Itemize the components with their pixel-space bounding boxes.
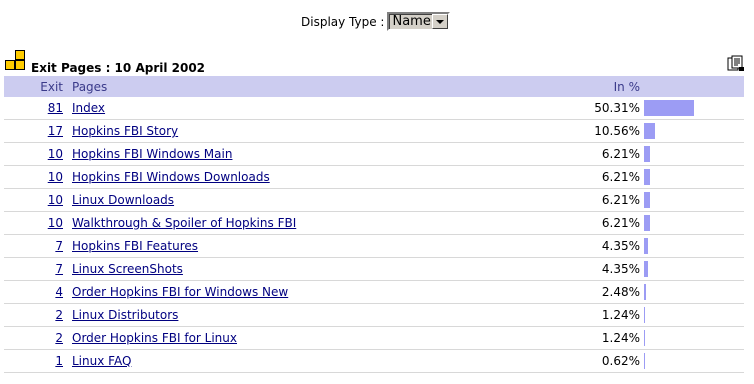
page-link[interactable]: Linux Distributors [72, 308, 178, 322]
exit-count-link[interactable]: 10 [4, 170, 63, 184]
exit-count-link[interactable]: 1 [4, 354, 63, 368]
page-link[interactable]: Walkthrough & Spoiler of Hopkins FBI [72, 216, 296, 230]
table-body: 81 Index 50.31% 17 Hopkins FBI Story 10.56% 10… [4, 97, 744, 373]
table-header: Exit Pages In % [4, 76, 744, 97]
table-row: 4 Order Hopkins FBI for Windows New 2.48% [4, 281, 744, 304]
table-row: 2 Linux Distributors 1.24% [4, 304, 744, 327]
exit-pages-table: Exit Pages In % 81 Index 50.31% 17 Hopkins F… [4, 76, 744, 373]
display-type-label: Display Type : [301, 14, 385, 29]
percent-bar [644, 330, 645, 346]
percent-bar [644, 307, 645, 323]
export-icon-graphic [727, 55, 744, 71]
percent-bar [644, 215, 650, 231]
exit-count-link[interactable]: 2 [4, 331, 63, 345]
page-link[interactable]: Hopkins FBI Windows Main [72, 147, 232, 161]
percent-bar [644, 123, 655, 139]
page-link[interactable]: Order Hopkins FBI for Linux [72, 331, 237, 345]
exit-count-link[interactable]: 10 [4, 216, 63, 230]
page-link[interactable]: Hopkins FBI Story [72, 124, 178, 138]
table-row: 10 Hopkins FBI Windows Downloads 6.21% [4, 166, 744, 189]
percent-value: 1.24% [601, 308, 640, 322]
display-type-selected-value: Name [392, 14, 431, 29]
exit-count-link[interactable]: 4 [4, 285, 63, 299]
percent-value: 2.48% [601, 285, 640, 299]
table-row: 81 Index 50.31% [4, 97, 744, 120]
percent-bar [644, 146, 650, 162]
percent-value: 10.56% [594, 124, 640, 138]
percent-value: 0.62% [601, 354, 640, 368]
page-link[interactable]: Linux FAQ [72, 354, 131, 368]
exit-count-link[interactable]: 81 [4, 101, 63, 115]
percent-value: 1.24% [601, 331, 640, 345]
orange-squares-icon [4, 50, 28, 72]
table-row: 1 Linux FAQ 0.62% [4, 350, 744, 373]
exit-count-link[interactable]: 7 [4, 262, 63, 276]
display-type-select[interactable]: Name [387, 12, 451, 31]
table-row: 10 Walkthrough & Spoiler of Hopkins FBI 6.… [4, 212, 744, 235]
page-link[interactable]: Hopkins FBI Windows Downloads [72, 170, 270, 184]
percent-value: 6.21% [601, 170, 640, 184]
table-row: 10 Linux Downloads 6.21% [4, 189, 744, 212]
percent-bar [644, 261, 648, 277]
table-row: 10 Hopkins FBI Windows Main 6.21% [4, 143, 744, 166]
column-header-exit[interactable]: Exit [4, 80, 63, 94]
chevron-down-icon[interactable] [432, 14, 449, 29]
table-row: 2 Order Hopkins FBI for Linux 1.24% [4, 327, 744, 350]
column-header-percent[interactable]: In % [564, 80, 640, 94]
square-icon [15, 60, 25, 70]
exit-count-link[interactable]: 10 [4, 193, 63, 207]
percent-value: 6.21% [601, 216, 640, 230]
column-header-pages[interactable]: Pages [72, 80, 107, 94]
page-link[interactable]: Linux ScreenShots [72, 262, 183, 276]
page-link[interactable]: Order Hopkins FBI for Windows New [72, 285, 288, 299]
percent-bar [644, 238, 648, 254]
page-link[interactable]: Linux Downloads [72, 193, 174, 207]
percent-bar [644, 169, 650, 185]
percent-value: 6.21% [601, 147, 640, 161]
display-type-control: Display Type : Name [301, 11, 451, 32]
exit-count-link[interactable]: 10 [4, 147, 63, 161]
percent-value: 6.21% [601, 193, 640, 207]
percent-value: 4.35% [601, 239, 640, 253]
page-link[interactable]: Index [72, 101, 105, 115]
export-icon[interactable] [727, 55, 745, 72]
square-icon [15, 50, 25, 60]
table-row: 7 Linux ScreenShots 4.35% [4, 258, 744, 281]
percent-bar [644, 353, 645, 369]
section-title: Exit Pages : 10 April 2002 [31, 61, 206, 75]
percent-bar [644, 192, 650, 208]
exit-count-link[interactable]: 2 [4, 308, 63, 322]
exit-count-link[interactable]: 17 [4, 124, 63, 138]
percent-value: 50.31% [594, 101, 640, 115]
table-row: 17 Hopkins FBI Story 10.56% [4, 120, 744, 143]
exit-count-link[interactable]: 7 [4, 239, 63, 253]
page-link[interactable]: Hopkins FBI Features [72, 239, 198, 253]
percent-bar [644, 284, 646, 300]
square-icon [5, 60, 15, 70]
table-row: 7 Hopkins FBI Features 4.35% [4, 235, 744, 258]
percent-bar [644, 100, 694, 116]
percent-value: 4.35% [601, 262, 640, 276]
